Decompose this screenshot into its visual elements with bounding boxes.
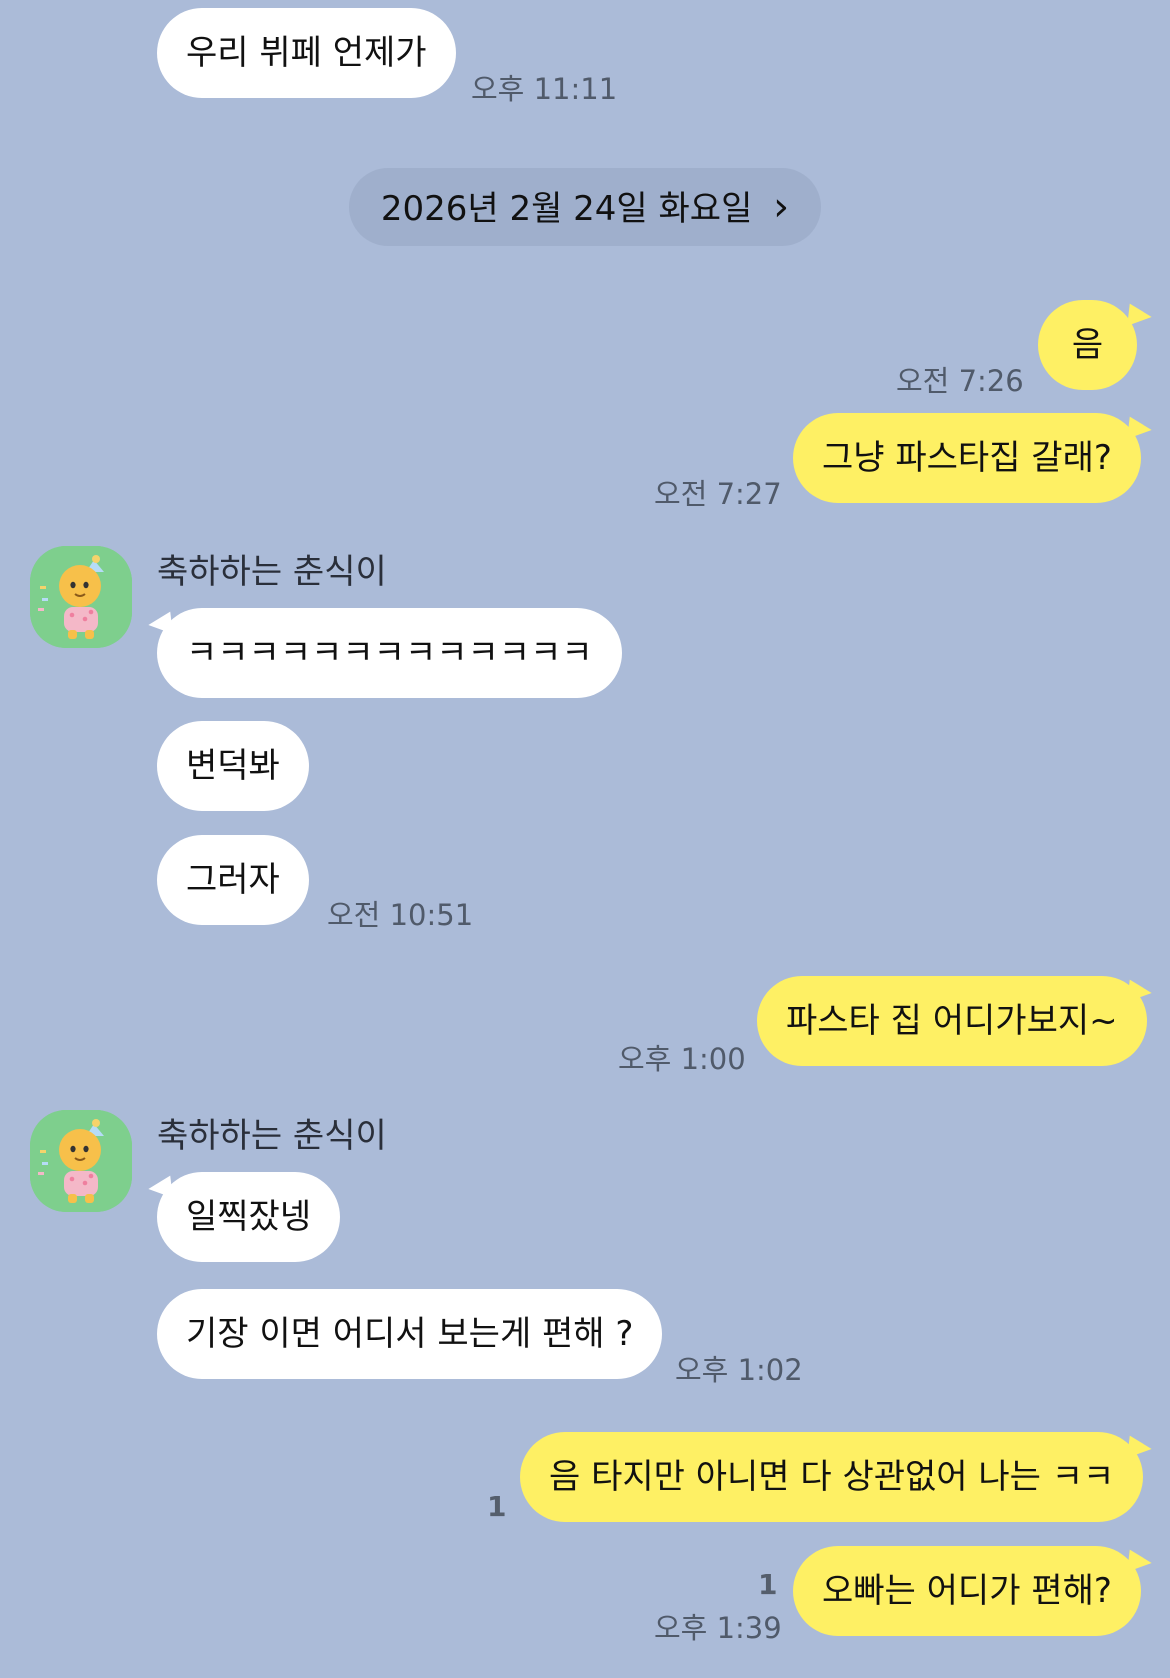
message-text: 음	[1071, 325, 1104, 365]
message-text: 파스타 집 어디가보지~	[786, 1001, 1118, 1041]
message-bubble-outgoing[interactable]: 음	[1038, 300, 1137, 390]
message-text: 변덕봐	[186, 746, 280, 786]
message-bubble-outgoing[interactable]: 그냥 파스타집 갈래?	[793, 413, 1141, 503]
message-time: 오후 11:11	[471, 72, 618, 106]
message-bubble-outgoing[interactable]: 오빠는 어디가 편해?	[793, 1546, 1141, 1636]
message-bubble-incoming[interactable]: 기장 이면 어디서 보는게 편해 ?	[157, 1289, 663, 1379]
message-text: 음 타지만 아니면 다 상관없어 나는 ㅋㅋ	[549, 1457, 1115, 1497]
message-text: 일찍잤넹	[186, 1197, 312, 1237]
message-time: 오후 1:02	[675, 1353, 803, 1387]
message-text: 그러자	[186, 860, 280, 900]
message-bubble-incoming[interactable]: ㅋㅋㅋㅋㅋㅋㅋㅋㅋㅋㅋㅋㅋ	[157, 608, 622, 698]
choonsik-character-icon[interactable]	[30, 1110, 132, 1212]
message-bubble-incoming[interactable]: 우리 뷔페 언제가	[157, 8, 456, 98]
message-bubble-incoming[interactable]: 일찍잤넹	[157, 1172, 341, 1262]
message-bubble-outgoing[interactable]: 음 타지만 아니면 다 상관없어 나는 ㅋㅋ	[520, 1432, 1144, 1522]
unread-count: 1	[487, 1490, 507, 1523]
message-time: 오후 1:00	[618, 1042, 746, 1076]
message-text: 오빠는 어디가 편해?	[822, 1571, 1112, 1611]
message-text: 기장 이면 어디서 보는게 편해 ?	[186, 1314, 634, 1354]
message-time: 오전 7:27	[654, 477, 782, 511]
date-divider[interactable]: 2026년 2월 24일 화요일 ›	[349, 168, 821, 246]
sender-name: 축하하는 춘식이	[157, 552, 387, 592]
message-text: ㅋㅋㅋㅋㅋㅋㅋㅋㅋㅋㅋㅋㅋ	[186, 633, 593, 673]
date-divider-label: 2026년 2월 24일 화요일	[380, 189, 753, 229]
unread-count: 1	[758, 1568, 778, 1601]
message-time: 오전 7:26	[896, 364, 1024, 398]
message-text: 우리 뷔페 언제가	[186, 33, 427, 73]
chevron-right-icon: ›	[773, 184, 790, 230]
sender-name: 축하하는 춘식이	[157, 1116, 387, 1156]
message-time: 오전 10:51	[327, 898, 474, 932]
message-bubble-outgoing[interactable]: 파스타 집 어디가보지~	[757, 976, 1147, 1066]
message-bubble-incoming[interactable]: 그러자	[157, 835, 309, 925]
choonsik-character-icon[interactable]	[30, 546, 132, 648]
message-time: 오후 1:39	[654, 1611, 782, 1645]
message-bubble-incoming[interactable]: 변덕봐	[157, 721, 309, 811]
message-text: 그냥 파스타집 갈래?	[822, 438, 1112, 478]
